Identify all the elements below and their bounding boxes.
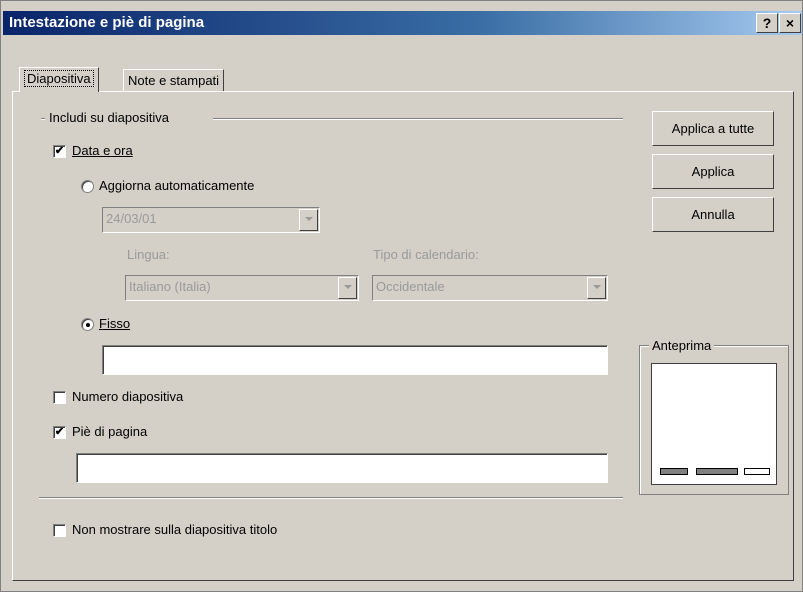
fixed-label: Fisso xyxy=(99,316,131,331)
tab-note-e-stampati-label: Note e stampati xyxy=(128,73,220,88)
hide-on-title-slide-label: Non mostrare sulla diapositiva titolo xyxy=(72,522,278,537)
fixed-date-input[interactable] xyxy=(102,345,608,375)
preview-footer-placeholder xyxy=(696,468,738,475)
preview-date-placeholder xyxy=(660,468,688,475)
footer-input[interactable] xyxy=(76,453,608,483)
help-icon: ? xyxy=(762,15,772,31)
window-title: Intestazione e piè di pagina xyxy=(9,14,205,31)
group-line-right xyxy=(213,118,623,120)
preview-number-placeholder xyxy=(744,468,770,475)
calendar-type-value: Occidentale xyxy=(376,279,445,294)
footer-label: Piè di pagina xyxy=(72,424,148,439)
apply-all-button[interactable]: Applica a tutte xyxy=(652,111,774,146)
checkmark-icon: ✔ xyxy=(54,145,65,157)
close-icon: × xyxy=(785,15,795,31)
chevron-down-icon xyxy=(338,277,357,299)
fixed-radio[interactable] xyxy=(81,318,94,331)
date-format-select[interactable]: 24/03/01 xyxy=(102,207,320,233)
date-format-value: 24/03/01 xyxy=(106,211,157,226)
hide-on-title-slide-checkbox[interactable] xyxy=(53,524,66,537)
footer-checkbox[interactable]: ✔ xyxy=(53,426,66,439)
title-bar: Intestazione e piè di pagina ? × xyxy=(3,11,802,35)
language-label: Lingua: xyxy=(127,247,170,262)
checkmark-icon: ✔ xyxy=(54,426,65,438)
slide-number-checkbox[interactable] xyxy=(53,391,66,404)
preview-slide xyxy=(651,363,777,485)
calendar-type-select[interactable]: Occidentale xyxy=(372,275,608,301)
calendar-type-label: Tipo di calendario: xyxy=(373,247,479,262)
apply-button[interactable]: Applica xyxy=(652,154,774,189)
date-time-label: Data e ora xyxy=(72,143,133,158)
cancel-button[interactable]: Annulla xyxy=(652,197,774,232)
close-button[interactable]: × xyxy=(779,13,801,33)
header-footer-dialog: Intestazione e piè di pagina ? × Diaposi… xyxy=(0,0,803,592)
date-time-checkbox[interactable]: ✔ xyxy=(53,145,66,158)
tab-note-e-stampati[interactable]: Note e stampati xyxy=(123,69,225,92)
auto-update-radio[interactable] xyxy=(81,180,94,193)
group-title: Includi su diapositiva xyxy=(49,110,169,125)
tab-diapositiva[interactable]: Diapositiva xyxy=(19,67,99,92)
chevron-down-icon xyxy=(299,209,318,231)
language-value: Italiano (Italia) xyxy=(129,279,211,294)
separator xyxy=(39,497,623,499)
tab-diapositiva-label: Diapositiva xyxy=(24,70,94,87)
chevron-down-icon xyxy=(587,277,606,299)
auto-update-label: Aggiorna automaticamente xyxy=(99,178,255,193)
language-select[interactable]: Italiano (Italia) xyxy=(125,275,359,301)
group-line-left xyxy=(41,118,45,120)
help-button[interactable]: ? xyxy=(756,13,778,33)
slide-number-label: Numero diapositiva xyxy=(72,389,184,404)
preview-title: Anteprima xyxy=(649,338,715,353)
